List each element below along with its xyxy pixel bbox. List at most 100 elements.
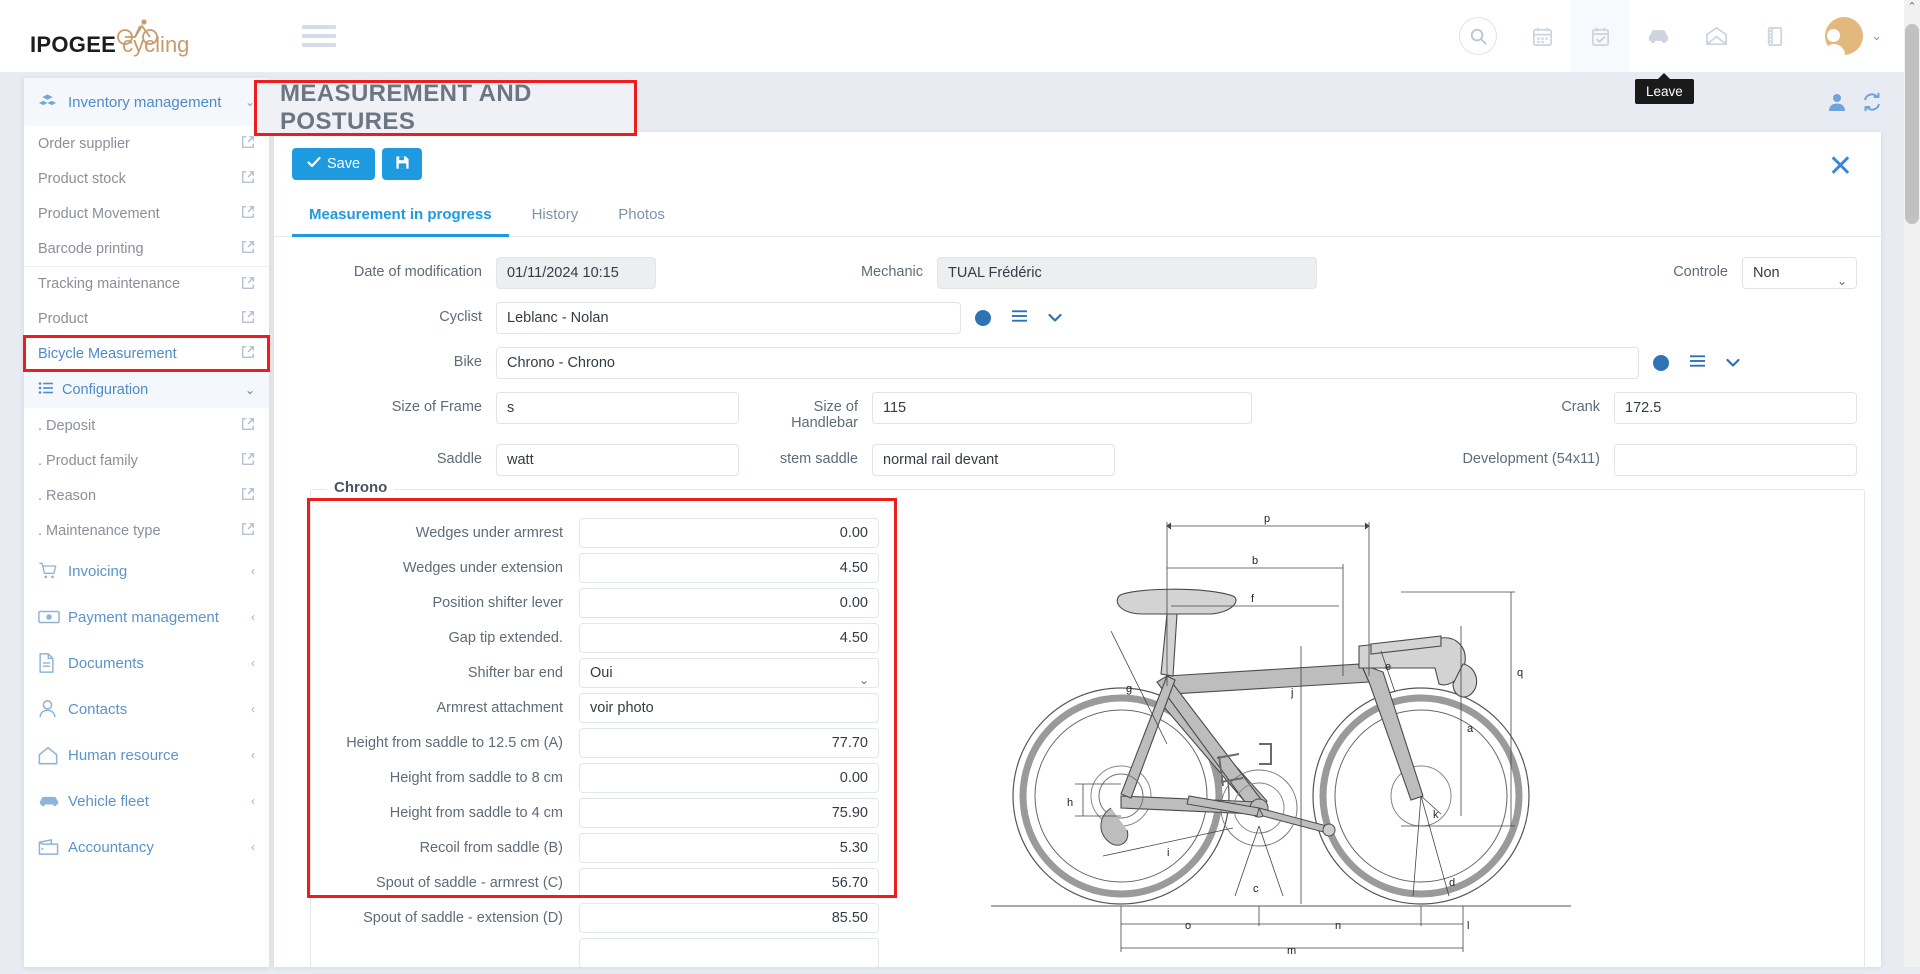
date-of-modification-label: Date of modification [353,264,482,280]
clear-circle-icon[interactable]: ✕ [975,310,991,326]
sidebar-item-bicycle-measurement[interactable]: Bicycle Measurement [23,335,270,372]
list-icon[interactable] [1011,309,1028,327]
sync-icon[interactable] [1862,92,1882,116]
chrono-select[interactable]: Oui ⌄ [579,658,879,688]
sidebar-item-maintenance-type[interactable]: . Maintenance type [24,513,269,548]
chrono-input[interactable]: 85.50 [579,903,879,933]
external-link-icon[interactable] [241,417,255,434]
app-logo[interactable]: IPOGEE cycling [30,14,230,58]
sidebar-item-invoicing[interactable]: Invoicing ‹ [24,548,269,594]
sidebar-group-label: Configuration [62,381,149,398]
external-link-icon[interactable] [241,170,255,187]
chrono-input[interactable]: voir photo [579,693,879,723]
external-link-icon[interactable] [241,240,255,257]
sidebar-item-order-supplier[interactable]: Order supplier [24,126,269,161]
development-input[interactable] [1614,444,1857,476]
chevron-left-icon[interactable]: ‹ [251,702,255,716]
chrono-input[interactable]: 56.70 [579,868,879,898]
sidebar-group-configuration[interactable]: Configuration ⌄ [24,371,269,408]
sidebar-item-human-resource[interactable]: Human resource ‹ [24,732,269,778]
list-icon[interactable] [1689,354,1706,372]
sidebar-header-inventory-management[interactable]: Inventory management ⌄ [24,78,269,126]
search-icon[interactable] [1459,17,1498,55]
car-icon[interactable] [1629,0,1687,72]
external-link-icon[interactable] [241,452,255,469]
sidebar-item-tracking-maintenance[interactable]: Tracking maintenance [24,266,269,301]
calendar-icon[interactable] [1513,0,1571,72]
address-book-icon[interactable] [1745,0,1803,72]
stem-saddle-input[interactable]: normal rail devant [872,444,1115,476]
save-button[interactable]: Save [292,148,376,180]
envelope-open-icon[interactable] [1687,0,1745,72]
sidebar-item-vehicle-fleet[interactable]: Vehicle fleet ‹ [24,778,269,824]
chrono-input[interactable]: 75.90 [579,798,879,828]
calendar-check-icon[interactable] [1571,0,1630,72]
sidebar-item-barcode-printing[interactable]: Barcode printing [24,231,269,266]
field-controle: Controle Non ⌄ [1638,257,1857,289]
size-of-frame-input[interactable]: s [496,392,739,424]
sidebar-item-product[interactable]: Product [24,301,269,336]
scroll-up-arrow[interactable]: ⌃ [1906,2,1918,13]
external-link-icon[interactable] [241,135,255,152]
dim-label-g: g [1126,683,1132,695]
chrono-input[interactable]: 77.70 [579,728,879,758]
chevron-left-icon[interactable]: ‹ [251,610,255,624]
external-link-icon[interactable] [241,276,255,293]
saddle-input[interactable]: watt [496,444,739,476]
external-link-icon[interactable] [241,345,255,362]
avatar[interactable] [1825,17,1864,55]
sidebar-item-documents[interactable]: Documents ‹ [24,640,269,686]
scroll-thumb[interactable] [1905,24,1919,224]
field-saddle: Saddle watt [292,444,739,476]
external-link-icon[interactable] [241,487,255,504]
chrono-input[interactable]: 0.00 [579,588,879,618]
size-of-handlebar-input[interactable]: 115 [872,392,1252,424]
logo-primary: IPOGEE [30,32,117,57]
page-scrollbar[interactable]: ⌃ [1904,0,1920,967]
chrono-input[interactable]: 4.50 [579,623,879,653]
chevron-left-icon[interactable]: ‹ [251,564,255,578]
sidebar-item-reason[interactable]: . Reason [24,478,269,513]
chrono-input[interactable] [579,938,879,968]
external-link-icon[interactable] [241,205,255,222]
chrono-input[interactable]: 0.00 [579,518,879,548]
sidebar-item-deposit[interactable]: . Deposit [24,408,269,443]
hamburger-icon[interactable] [302,20,336,52]
cyclist-input[interactable]: Leblanc - Nolan [496,302,961,334]
chrono-input[interactable]: 0.00 [579,763,879,793]
chrono-input[interactable]: 4.50 [579,553,879,583]
chevron-down-icon[interactable]: ⌄ [245,383,255,397]
external-link-icon[interactable] [241,310,255,327]
chevron-left-icon[interactable]: ‹ [251,794,255,808]
chevron-down-icon[interactable] [1048,310,1062,327]
dim-label-q: q [1517,667,1523,679]
chevron-down-icon[interactable]: ⌄ [1871,28,1882,44]
bike-actions: ✕ [1653,347,1740,372]
save-and-close-button[interactable] [382,148,423,180]
clear-circle-icon[interactable]: ✕ [1653,355,1669,371]
bike-label: Bike [453,354,482,370]
chevron-left-icon[interactable]: ‹ [251,748,255,762]
cart-icon [38,561,68,581]
sidebar-item-product-movement[interactable]: Product Movement [24,196,269,231]
sidebar-item-product-family[interactable]: . Product family [24,443,269,478]
sidebar-item-accountancy[interactable]: Accountancy ‹ [24,824,269,870]
close-icon[interactable]: ✕ [1828,152,1853,182]
tab-photos[interactable]: Photos [601,196,682,237]
user-icon[interactable] [1827,92,1847,116]
chrono-input[interactable]: 5.30 [579,833,879,863]
chevron-down-icon[interactable] [1726,355,1740,372]
external-link-icon[interactable] [241,522,255,539]
sidebar-item-contacts[interactable]: Contacts ‹ [24,686,269,732]
sidebar-item-payment-management[interactable]: Payment management ‹ [24,594,269,640]
tab-measurement-in-progress[interactable]: Measurement in progress [292,196,509,237]
bike-input[interactable]: Chrono - Chrono [496,347,1639,379]
controle-select[interactable]: Non ⌄ [1742,257,1857,289]
sidebar-item-label: Product stock [38,170,126,187]
chevron-left-icon[interactable]: ‹ [251,840,255,854]
sidebar-item-product-stock[interactable]: Product stock [24,161,269,196]
chevron-left-icon[interactable]: ‹ [251,656,255,670]
tab-history[interactable]: History [515,196,596,237]
crank-input[interactable]: 172.5 [1614,392,1857,424]
sidebar-item-label: Product [38,310,88,327]
